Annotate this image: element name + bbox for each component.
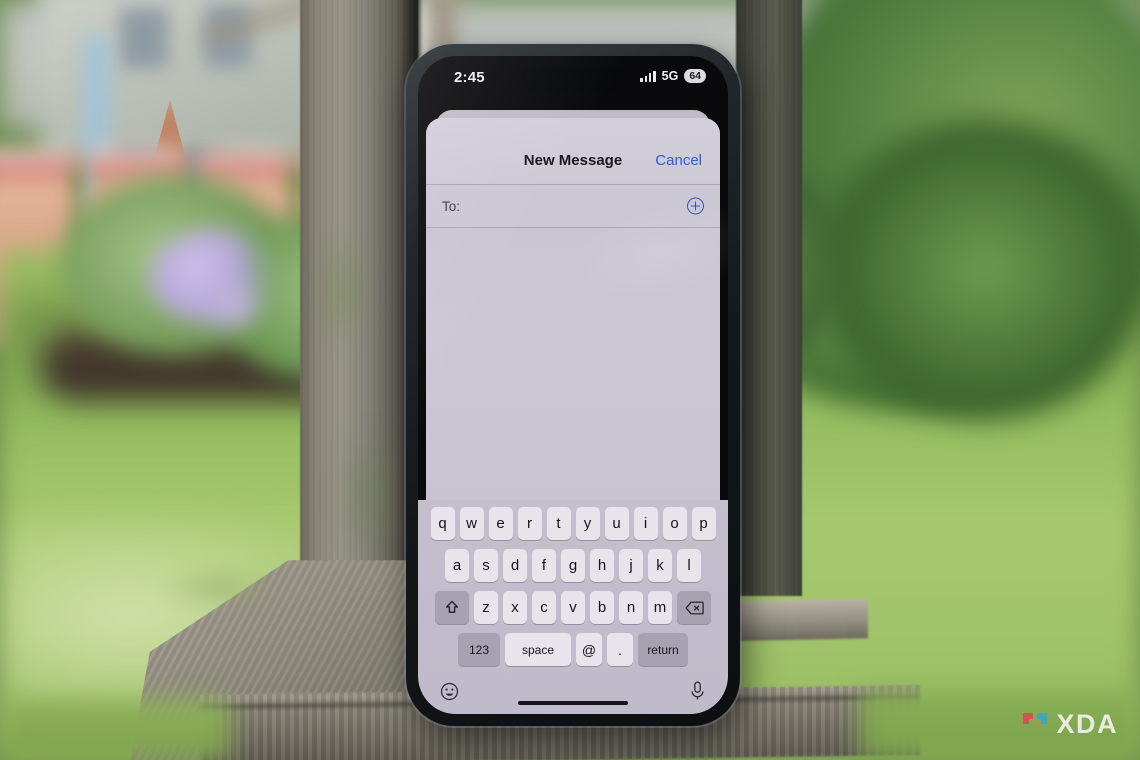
house-window — [120, 8, 168, 68]
xda-watermark: XDA — [1021, 709, 1118, 740]
key-l[interactable]: l — [677, 549, 701, 582]
xda-logo-icon — [1021, 711, 1049, 739]
space-key[interactable]: space — [505, 633, 571, 666]
foliage — [820, 120, 1140, 420]
network-type-label: 5G — [661, 69, 679, 83]
period-key[interactable]: . — [607, 633, 633, 666]
cancel-button[interactable]: Cancel — [655, 152, 702, 169]
conversation-area[interactable] — [426, 228, 720, 502]
wooden-post-right — [736, 0, 802, 596]
key-d[interactable]: d — [503, 549, 527, 582]
dynamic-island — [521, 66, 625, 92]
purple-flowers — [196, 276, 271, 336]
status-bar-indicators: 5G 64 — [640, 69, 706, 83]
bench-moss — [160, 565, 280, 611]
key-v[interactable]: v — [561, 591, 585, 624]
numbers-key[interactable]: 123 — [458, 633, 500, 666]
return-key[interactable]: return — [638, 633, 688, 666]
key-g[interactable]: g — [561, 549, 585, 582]
key-u[interactable]: u — [604, 507, 629, 540]
key-e[interactable]: e — [488, 507, 513, 540]
key-q[interactable]: q — [430, 507, 455, 540]
key-s[interactable]: s — [474, 549, 498, 582]
foreground-grass — [0, 700, 230, 760]
iphone-device: 2:45 5G 64 New Message Cancel To: q w e … — [406, 44, 740, 726]
keyboard-row-4: 123 space @ . return — [418, 633, 728, 666]
status-bar-time: 2:45 — [454, 69, 485, 86]
key-f[interactable]: f — [532, 549, 556, 582]
on-screen-keyboard[interactable]: q w e r t y u i o p a s d f g h j k l z … — [418, 500, 728, 714]
key-b[interactable]: b — [590, 591, 614, 624]
key-y[interactable]: y — [575, 507, 600, 540]
key-r[interactable]: r — [517, 507, 542, 540]
key-m[interactable]: m — [648, 591, 672, 624]
post-moss — [310, 230, 380, 350]
plus-circle-icon[interactable] — [687, 197, 704, 215]
keyboard-row-3: z x c v b n m — [418, 591, 728, 624]
xda-wordmark: XDA — [1056, 709, 1118, 739]
cellular-bars-icon — [640, 70, 656, 82]
navigation-bar: New Message Cancel — [426, 118, 720, 184]
recipient-row[interactable]: To: — [426, 185, 720, 227]
key-o[interactable]: o — [662, 507, 687, 540]
key-k[interactable]: k — [648, 549, 672, 582]
key-t[interactable]: t — [546, 507, 571, 540]
key-j[interactable]: j — [619, 549, 643, 582]
microphone-icon[interactable] — [689, 681, 706, 706]
key-a[interactable]: a — [445, 549, 469, 582]
key-n[interactable]: n — [619, 591, 643, 624]
key-i[interactable]: i — [633, 507, 658, 540]
keyboard-row-1: q w e r t y u i o p — [418, 507, 728, 540]
emoji-smiley-icon[interactable] — [440, 682, 459, 706]
key-x[interactable]: x — [503, 591, 527, 624]
battery-percent-badge: 64 — [684, 69, 706, 83]
key-z[interactable]: z — [474, 591, 498, 624]
key-h[interactable]: h — [590, 549, 614, 582]
key-c[interactable]: c — [532, 591, 556, 624]
phone-screen[interactable]: 2:45 5G 64 New Message Cancel To: q w e … — [418, 56, 728, 714]
key-p[interactable]: p — [691, 507, 716, 540]
key-w[interactable]: w — [459, 507, 484, 540]
backspace-icon[interactable] — [677, 591, 711, 624]
shift-icon[interactable] — [435, 591, 469, 624]
home-indicator[interactable] — [518, 701, 628, 705]
to-label: To: — [442, 198, 461, 214]
at-key[interactable]: @ — [576, 633, 602, 666]
keyboard-row-2: a s d f g h j k l — [418, 549, 728, 582]
